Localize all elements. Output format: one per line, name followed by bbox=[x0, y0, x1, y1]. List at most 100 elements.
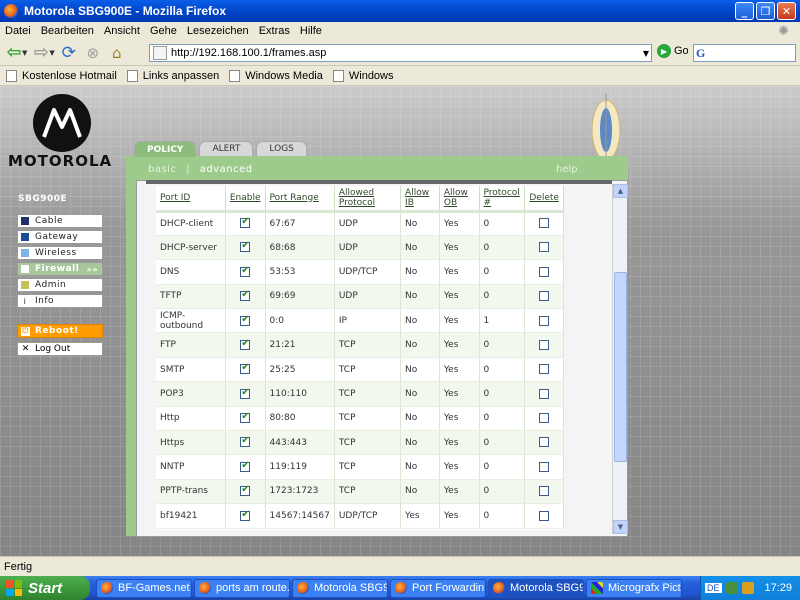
delete-checkbox[interactable] bbox=[539, 413, 550, 424]
subnav-advanced-link[interactable]: advanced bbox=[200, 164, 253, 175]
page-icon bbox=[153, 46, 167, 60]
enable-checkbox[interactable] bbox=[240, 460, 251, 472]
delete-checkbox[interactable] bbox=[539, 388, 550, 399]
home-icon[interactable]: ⌂ bbox=[107, 43, 127, 63]
enable-checkbox[interactable] bbox=[240, 338, 251, 350]
delete-checkbox[interactable] bbox=[539, 218, 550, 229]
sidebar-item-cable[interactable]: Cable bbox=[17, 214, 103, 228]
table-row: Http 80:80TCPNoYes0 bbox=[156, 406, 564, 432]
header-protocol-number[interactable]: Protocol # bbox=[484, 188, 521, 208]
protocol-number-cell: 0 bbox=[479, 381, 526, 407]
header-enable[interactable]: Enable bbox=[230, 193, 261, 203]
header-port-range[interactable]: Port Range bbox=[270, 193, 330, 203]
enable-checkbox[interactable] bbox=[240, 435, 251, 448]
table-scrollbar[interactable]: ▲ ▼ bbox=[612, 184, 628, 534]
sidebar-item-admin[interactable]: Admin bbox=[17, 278, 103, 292]
tray-app-icon[interactable] bbox=[725, 582, 738, 594]
close-button[interactable]: ✕ bbox=[777, 2, 796, 20]
delete-checkbox[interactable] bbox=[539, 291, 550, 302]
menu-extras[interactable]: Extras bbox=[254, 25, 295, 37]
help-link[interactable]: help bbox=[556, 164, 578, 175]
enable-checkbox[interactable] bbox=[240, 411, 251, 424]
enable-checkbox[interactable] bbox=[240, 387, 251, 399]
sidebar-item-firewall[interactable]: Firewall »» bbox=[17, 262, 103, 276]
menu-ansicht[interactable]: Ansicht bbox=[99, 25, 145, 37]
tab-logs[interactable]: LOGS bbox=[256, 141, 307, 156]
back-history-dropdown-icon[interactable]: ▼ bbox=[22, 49, 27, 57]
delete-checkbox[interactable] bbox=[539, 339, 550, 350]
task-micrografx[interactable]: Micrografx Pict... bbox=[586, 578, 682, 598]
delete-checkbox[interactable] bbox=[539, 242, 550, 253]
go-button[interactable]: ▶ Go bbox=[657, 44, 689, 58]
stop-icon[interactable]: ⊗ bbox=[83, 43, 103, 63]
enable-checkbox[interactable] bbox=[240, 240, 251, 253]
enable-checkbox[interactable] bbox=[240, 265, 251, 277]
delete-checkbox[interactable] bbox=[539, 266, 550, 277]
menu-lesezeichen[interactable]: Lesezeichen bbox=[182, 25, 254, 37]
url-text[interactable]: http://192.168.100.1/frames.asp bbox=[171, 47, 326, 59]
delete-checkbox[interactable] bbox=[539, 486, 550, 497]
zonealarm-icon[interactable] bbox=[741, 582, 754, 594]
delete-checkbox[interactable] bbox=[539, 461, 550, 472]
sidebar-item-info[interactable]: i Info bbox=[17, 294, 103, 308]
menu-gehe[interactable]: Gehe bbox=[145, 25, 182, 37]
sidebar-item-wireless[interactable]: Wireless bbox=[17, 246, 103, 260]
task-motorola-1[interactable]: Motorola SBG9... bbox=[292, 578, 388, 598]
bookmark-links-anpassen[interactable]: Links anpassen bbox=[126, 69, 219, 82]
task-motorola-2[interactable]: Motorola SBG9... bbox=[488, 578, 584, 598]
back-arrow-icon[interactable]: ⇦ bbox=[4, 42, 24, 63]
system-tray: DE 17:29 bbox=[700, 576, 800, 600]
header-delete[interactable]: Delete bbox=[529, 193, 559, 203]
bookmark-hotmail[interactable]: Kostenlose Hotmail bbox=[6, 69, 117, 82]
reboot-button[interactable]: ⏻ Reboot! bbox=[17, 324, 103, 338]
logout-button[interactable]: ✕ Log Out bbox=[17, 342, 103, 356]
menu-bearbeiten[interactable]: Bearbeiten bbox=[36, 25, 99, 37]
start-button[interactable]: Start bbox=[0, 576, 90, 600]
bookmark-windows-media[interactable]: Windows Media bbox=[229, 69, 323, 82]
sidebar-item-gateway[interactable]: Gateway bbox=[17, 230, 103, 244]
delete-checkbox[interactable] bbox=[539, 510, 550, 521]
sidebar-item-label: Info bbox=[35, 296, 55, 306]
forward-arrow-icon[interactable]: ⇨ bbox=[31, 42, 51, 63]
task-label: ports am route... bbox=[216, 582, 290, 594]
enable-checkbox[interactable] bbox=[240, 289, 251, 302]
delete-checkbox[interactable] bbox=[539, 437, 550, 448]
task-bf-games[interactable]: BF-Games.net ... bbox=[96, 578, 192, 598]
header-allowed-protocol[interactable]: Allowed Protocol bbox=[339, 188, 396, 208]
enable-checkbox[interactable] bbox=[240, 314, 251, 326]
logout-x-icon: ✕ bbox=[21, 344, 30, 354]
minimize-button[interactable]: _ bbox=[735, 2, 754, 20]
delete-checkbox[interactable] bbox=[539, 315, 550, 326]
allow-ob-cell: Yes bbox=[439, 235, 480, 261]
header-allow-ob[interactable]: Allow OB bbox=[444, 188, 475, 208]
header-port-id[interactable]: Port ID bbox=[160, 193, 221, 203]
url-dropdown-icon[interactable]: ▼ bbox=[643, 49, 649, 58]
tab-alert[interactable]: ALERT bbox=[199, 141, 254, 156]
enable-checkbox[interactable] bbox=[240, 509, 251, 521]
language-indicator[interactable]: DE bbox=[705, 583, 722, 593]
search-input[interactable]: G bbox=[693, 44, 796, 62]
tab-policy[interactable]: POLICY bbox=[134, 141, 197, 157]
forward-history-dropdown-icon[interactable]: ▼ bbox=[49, 49, 54, 57]
delete-checkbox[interactable] bbox=[539, 364, 550, 375]
scroll-down-icon[interactable]: ▼ bbox=[613, 520, 628, 534]
menu-hilfe[interactable]: Hilfe bbox=[295, 25, 327, 37]
menu-datei[interactable]: Datei bbox=[0, 25, 36, 37]
enable-checkbox[interactable] bbox=[240, 362, 251, 375]
task-ports-am-router[interactable]: ports am route... bbox=[194, 578, 290, 598]
bookmark-windows[interactable]: Windows bbox=[332, 69, 394, 82]
subnav-basic-link[interactable]: basic bbox=[148, 164, 176, 175]
task-label: BF-Games.net ... bbox=[118, 582, 191, 594]
maximize-button[interactable]: ❐ bbox=[756, 2, 775, 20]
enable-checkbox[interactable] bbox=[240, 484, 251, 497]
google-icon[interactable]: G bbox=[696, 46, 705, 61]
scroll-up-icon[interactable]: ▲ bbox=[613, 184, 628, 198]
scroll-thumb[interactable] bbox=[614, 272, 627, 462]
enable-checkbox[interactable] bbox=[240, 216, 251, 229]
header-allow-ib[interactable]: Allow IB bbox=[405, 188, 435, 208]
allow-ob-cell: Yes bbox=[439, 284, 480, 310]
reload-icon[interactable]: ⟳ bbox=[59, 43, 79, 63]
go-arrow-icon: ▶ bbox=[657, 44, 671, 58]
url-bar[interactable]: http://192.168.100.1/frames.asp ▼ bbox=[149, 44, 652, 62]
task-port-forwarding[interactable]: Port Forwardin... bbox=[390, 578, 486, 598]
